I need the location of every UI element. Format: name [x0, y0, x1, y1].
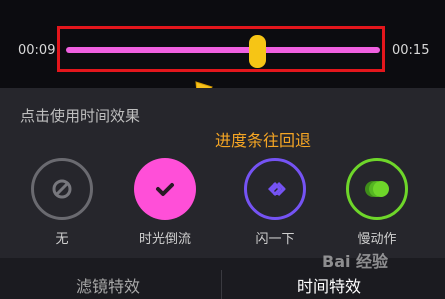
effect-rewind-button[interactable]	[134, 158, 196, 220]
effect-none-label: 无	[55, 232, 69, 247]
tab-filter-effects[interactable]: 滤镜特效	[76, 277, 140, 297]
effect-slow-motion-button[interactable]	[346, 158, 408, 220]
tab-time-effects[interactable]: 时间特效	[297, 277, 361, 297]
watermark: Bai 经验	[322, 252, 389, 271]
no-entry-icon	[52, 179, 72, 199]
effect-flash-button[interactable]	[244, 158, 306, 220]
flash-diamond-icon	[268, 181, 286, 197]
annotation-text: 进度条往回退	[215, 131, 312, 150]
effect-slow-motion-label: 慢动作	[357, 232, 397, 247]
effect-none-button[interactable]	[31, 158, 93, 220]
tab-divider	[221, 270, 222, 299]
effect-flash-label: 闪一下	[255, 232, 295, 247]
effect-rewind-label: 时光倒流	[138, 232, 191, 247]
checkmark-icon	[156, 183, 174, 196]
panel-heading: 点击使用时间效果	[20, 107, 141, 125]
slow-motion-icon	[365, 181, 389, 197]
